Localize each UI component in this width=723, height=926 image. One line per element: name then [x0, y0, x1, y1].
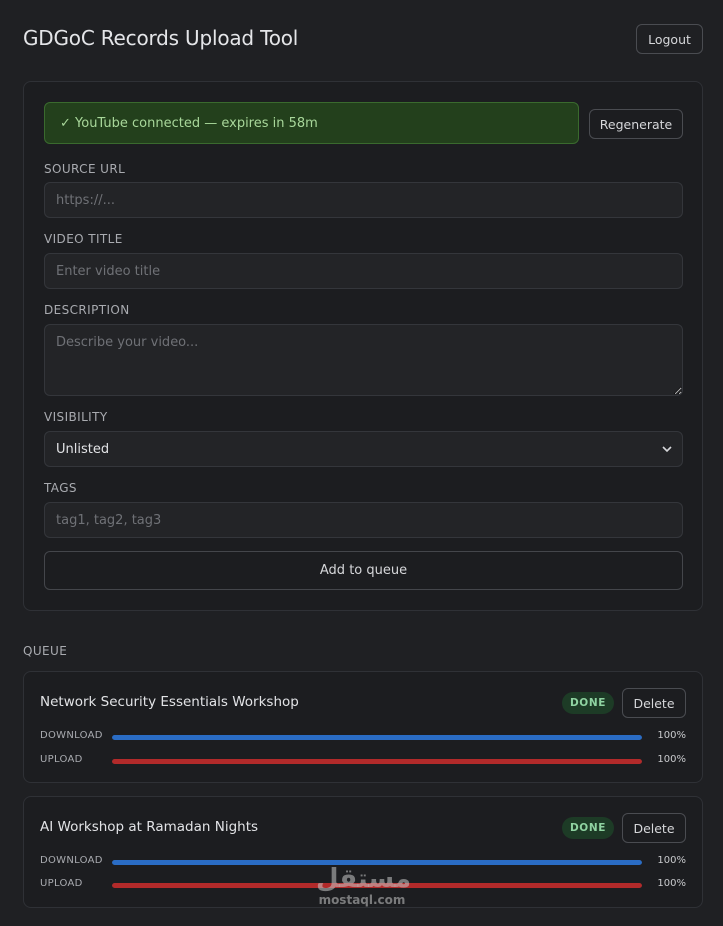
upload-progress-track [112, 759, 642, 764]
app-title: GDGoC Records Upload Tool [23, 26, 299, 50]
watermark: مستقل mostaql.com [316, 864, 412, 907]
delete-button[interactable]: Delete [622, 813, 686, 843]
watermark-arabic: مستقل [316, 864, 412, 894]
tags-input[interactable] [44, 502, 683, 538]
logout-button[interactable]: Logout [636, 24, 703, 54]
queue-item-title: Network Security Essentials Workshop [40, 694, 299, 710]
source-url-input[interactable] [44, 182, 683, 218]
youtube-status-banner: ✓ YouTube connected — expires in 58m [44, 102, 579, 144]
tags-label: TAGS [44, 481, 77, 495]
watermark-latin: mostaql.com [318, 893, 406, 907]
add-to-queue-button[interactable]: Add to queue [44, 551, 683, 590]
regenerate-button[interactable]: Regenerate [589, 109, 683, 139]
status-badge: DONE [562, 817, 614, 839]
page: GDGoC Records Upload Tool Logout ✓ YouTu… [0, 0, 723, 926]
visibility-label: VISIBILITY [44, 410, 108, 424]
queue-item-title: AI Workshop at Ramadan Nights [40, 819, 259, 835]
delete-button[interactable]: Delete [622, 688, 686, 718]
download-progress-fill [112, 735, 642, 740]
queue-item: Network Security Essentials Workshop DON… [23, 671, 703, 783]
status-badge: DONE [562, 692, 614, 714]
visibility-selected-value: Unlisted [56, 441, 110, 457]
upload-progress-fill [112, 759, 642, 764]
download-percent: 100% [657, 855, 686, 866]
upload-percent: 100% [657, 878, 686, 889]
video-title-input[interactable] [44, 253, 683, 289]
source-url-label: SOURCE URL [44, 162, 126, 176]
video-title-label: VIDEO TITLE [44, 232, 123, 246]
download-percent: 100% [657, 730, 686, 741]
upload-form-card: ✓ YouTube connected — expires in 58m Reg… [23, 81, 703, 611]
download-label: DOWNLOAD [40, 730, 103, 741]
upload-label: UPLOAD [40, 878, 83, 889]
upload-label: UPLOAD [40, 754, 83, 765]
download-progress: DOWNLOAD 100% [40, 730, 686, 744]
download-progress-track [112, 735, 642, 740]
header: GDGoC Records Upload Tool Logout [23, 24, 703, 56]
description-textarea[interactable] [44, 324, 683, 396]
visibility-select[interactable]: Unlisted [44, 431, 683, 467]
download-label: DOWNLOAD [40, 855, 103, 866]
upload-percent: 100% [657, 754, 686, 765]
upload-progress: UPLOAD 100% [40, 754, 686, 768]
queue-heading: QUEUE [23, 644, 68, 658]
description-label: DESCRIPTION [44, 303, 130, 317]
chevron-down-icon [662, 443, 672, 456]
